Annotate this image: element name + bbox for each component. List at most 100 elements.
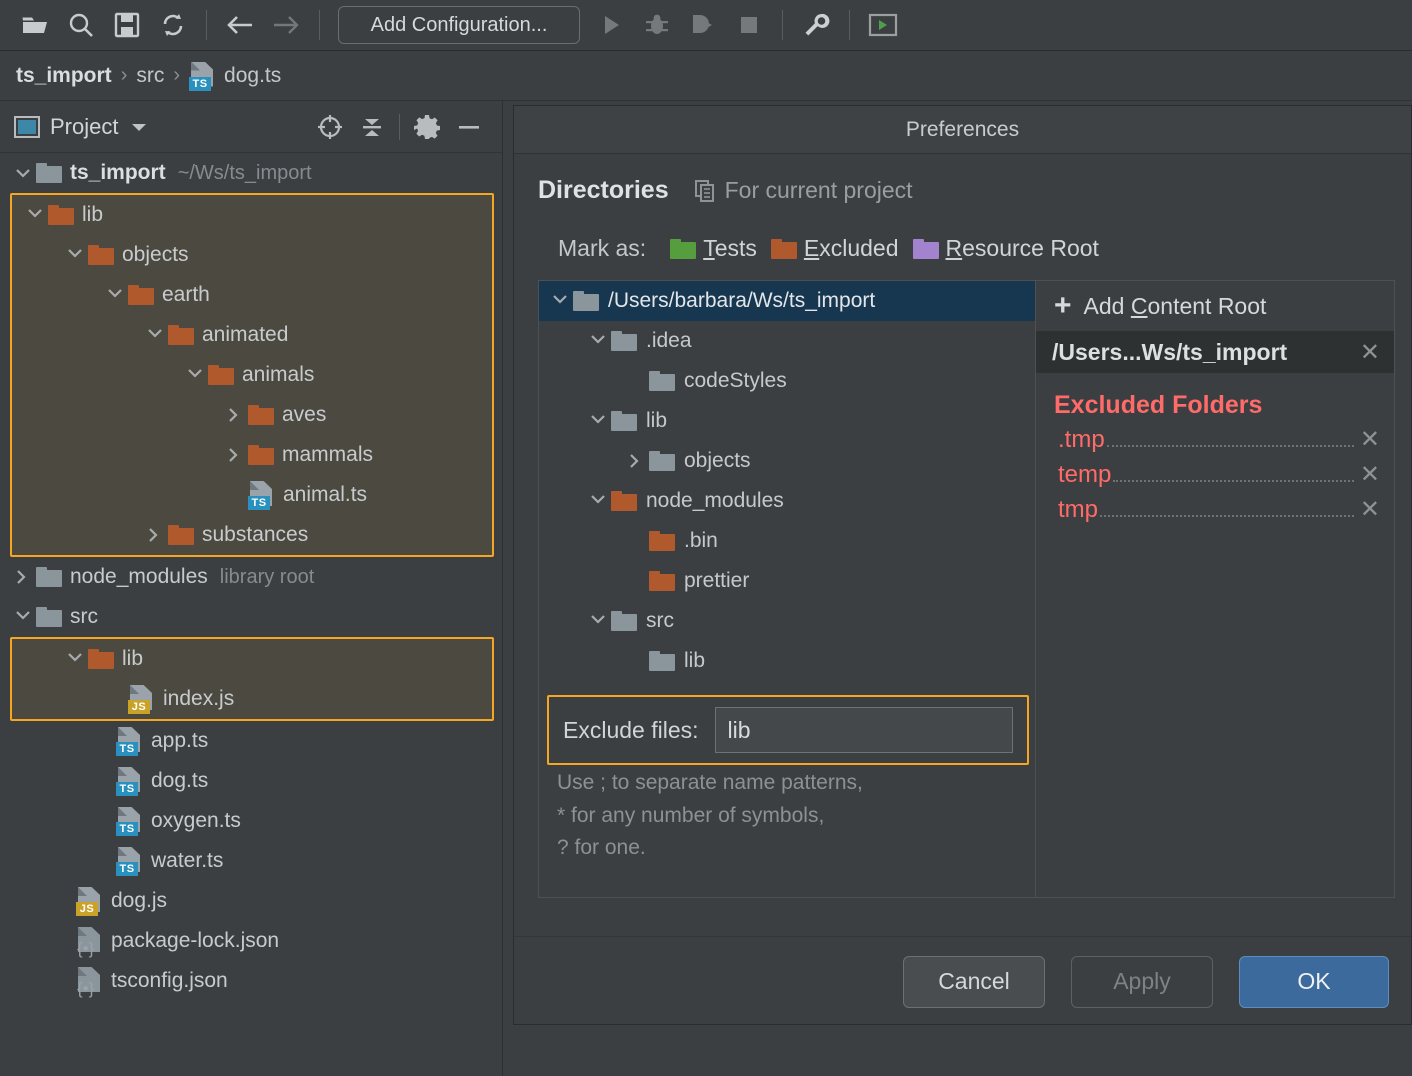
exclude-files-input[interactable]: lib bbox=[715, 707, 1013, 753]
ts-file-icon: TS bbox=[248, 480, 275, 510]
back-arrow-icon[interactable] bbox=[217, 3, 263, 47]
chevron-down-icon[interactable] bbox=[102, 288, 128, 302]
directory-tree-row[interactable]: .bin bbox=[539, 521, 1035, 561]
chevron-down-icon[interactable] bbox=[22, 208, 48, 222]
excluded-folder-row[interactable]: tmp✕ bbox=[1036, 496, 1394, 531]
excluded-folder-row[interactable]: temp✕ bbox=[1036, 461, 1394, 496]
folder-grey-icon bbox=[649, 451, 675, 471]
chevron-right-icon[interactable] bbox=[222, 408, 248, 422]
tree-row[interactable]: TSwater.ts bbox=[0, 841, 502, 881]
mark-as-tests-button[interactable]: Tests bbox=[670, 235, 757, 262]
tree-row[interactable]: lib bbox=[12, 639, 492, 679]
excluded-folder-name: .tmp bbox=[1058, 426, 1105, 454]
save-icon[interactable] bbox=[104, 3, 150, 47]
tree-row[interactable]: TSdog.ts bbox=[0, 761, 502, 801]
directory-tree-row[interactable]: lib bbox=[539, 641, 1035, 681]
add-content-root-button[interactable]: + Add Content Root bbox=[1036, 281, 1394, 331]
content-root-chip[interactable]: /Users...Ws/ts_import ✕ bbox=[1036, 331, 1394, 373]
breadcrumb-item-src[interactable]: src bbox=[136, 64, 164, 88]
tree-row[interactable]: substances bbox=[12, 515, 492, 555]
close-x-icon[interactable]: ✕ bbox=[1360, 498, 1380, 522]
chevron-down-icon[interactable] bbox=[585, 414, 611, 428]
close-x-icon[interactable]: ✕ bbox=[1360, 338, 1380, 367]
run-configuration-selector[interactable]: Add Configuration... bbox=[338, 6, 580, 44]
content-root-path: /Users...Ws/ts_import bbox=[1052, 339, 1287, 366]
toolbar-divider-3 bbox=[782, 10, 783, 40]
chevron-down-icon[interactable] bbox=[62, 248, 88, 262]
directory-tree-row[interactable]: objects bbox=[539, 441, 1035, 481]
tree-row[interactable]: lib bbox=[12, 195, 492, 235]
tree-row-label: lib bbox=[82, 203, 103, 227]
tree-row[interactable]: {•}package-lock.json bbox=[0, 921, 502, 961]
chevron-down-icon[interactable] bbox=[118, 107, 160, 147]
js-file-icon: JS bbox=[128, 684, 155, 714]
directory-row-label: codeStyles bbox=[684, 369, 787, 393]
tree-row[interactable]: animated bbox=[12, 315, 492, 355]
search-icon[interactable] bbox=[58, 3, 104, 47]
breadcrumb-item-project[interactable]: ts_import bbox=[16, 64, 112, 88]
close-x-icon[interactable]: ✕ bbox=[1360, 428, 1380, 452]
tree-row[interactable]: node_moduleslibrary root bbox=[0, 557, 502, 597]
json-file-icon: {•} bbox=[76, 926, 103, 956]
tree-row[interactable]: mammals bbox=[12, 435, 492, 475]
hint-line-2: * for any number of symbols, bbox=[557, 800, 863, 833]
hint-line-3: ? for one. bbox=[557, 832, 863, 865]
directory-tree-row[interactable]: src bbox=[539, 601, 1035, 641]
folder-grey-icon bbox=[36, 607, 62, 627]
chevron-down-icon[interactable] bbox=[547, 294, 573, 308]
collapse-all-icon[interactable] bbox=[351, 107, 393, 147]
excluded-folder-row[interactable]: .tmp ✕ bbox=[1036, 426, 1394, 461]
run-anything-icon[interactable] bbox=[860, 3, 906, 47]
directory-tree-row[interactable]: node_modules bbox=[539, 481, 1035, 521]
tree-row[interactable]: JSdog.js bbox=[0, 881, 502, 921]
chevron-right-icon[interactable] bbox=[222, 448, 248, 462]
sync-icon[interactable] bbox=[150, 3, 196, 47]
chevron-down-icon[interactable] bbox=[62, 652, 88, 666]
tree-row[interactable]: aves bbox=[12, 395, 492, 435]
ok-button[interactable]: OK bbox=[1239, 956, 1389, 1008]
mark-as-resource-root-button[interactable]: Resource Root bbox=[913, 235, 1099, 262]
breadcrumb-item-file[interactable]: TS dog.ts bbox=[189, 61, 281, 91]
tree-row[interactable]: {•}tsconfig.json bbox=[0, 961, 502, 1001]
chevron-down-icon[interactable] bbox=[10, 610, 36, 624]
chevron-down-icon[interactable] bbox=[10, 168, 36, 179]
open-folder-icon[interactable] bbox=[12, 3, 58, 47]
chevron-right-icon[interactable] bbox=[623, 454, 649, 468]
close-x-icon[interactable]: ✕ bbox=[1360, 463, 1380, 487]
directory-tree-row[interactable]: .idea bbox=[539, 321, 1035, 361]
directory-tree-row[interactable]: /Users/barbara/Ws/ts_import bbox=[539, 281, 1035, 321]
locate-target-icon[interactable] bbox=[309, 107, 351, 147]
tree-row[interactable]: animals bbox=[12, 355, 492, 395]
mark-as-excluded-button[interactable]: Excluded bbox=[771, 235, 899, 262]
folder-orange-icon bbox=[771, 239, 797, 259]
minimize-icon[interactable] bbox=[448, 107, 490, 147]
gear-icon[interactable] bbox=[406, 107, 448, 147]
chevron-down-icon[interactable] bbox=[585, 614, 611, 628]
directory-tree-row[interactable]: prettier bbox=[539, 561, 1035, 601]
chevron-down-icon[interactable] bbox=[182, 368, 208, 382]
project-tool-window: Project bbox=[0, 101, 503, 1076]
directory-row-label: /Users/barbara/Ws/ts_import bbox=[608, 289, 875, 313]
directory-tree-row[interactable]: lib bbox=[539, 401, 1035, 441]
dialog-title: Preferences bbox=[514, 106, 1411, 154]
tree-row[interactable]: objects bbox=[12, 235, 492, 275]
tree-row[interactable]: earth bbox=[12, 275, 492, 315]
folder-grey-icon bbox=[649, 651, 675, 671]
chevron-down-icon[interactable] bbox=[585, 494, 611, 508]
cancel-button[interactable]: Cancel bbox=[903, 956, 1045, 1008]
directory-row-label: lib bbox=[684, 649, 705, 673]
breadcrumb-separator: › bbox=[173, 64, 180, 87]
chevron-down-icon[interactable] bbox=[142, 328, 168, 342]
directory-tree-row[interactable]: codeStyles bbox=[539, 361, 1035, 401]
tree-row[interactable]: src bbox=[0, 597, 502, 637]
tree-row[interactable]: TSanimal.ts bbox=[12, 475, 492, 515]
chevron-down-icon[interactable] bbox=[585, 334, 611, 348]
chevron-right-icon[interactable] bbox=[10, 570, 36, 584]
tree-row[interactable]: TSoxygen.ts bbox=[0, 801, 502, 841]
tree-row-root[interactable]: ts_import ~/Ws/ts_import bbox=[0, 153, 502, 193]
tree-row[interactable]: JSindex.js bbox=[12, 679, 492, 719]
tree-row[interactable]: TSapp.ts bbox=[0, 721, 502, 761]
directories-panes: /Users/barbara/Ws/ts_import .idea codeStyl… bbox=[538, 280, 1395, 898]
settings-wrench-icon[interactable] bbox=[793, 3, 839, 47]
chevron-right-icon[interactable] bbox=[142, 528, 168, 542]
